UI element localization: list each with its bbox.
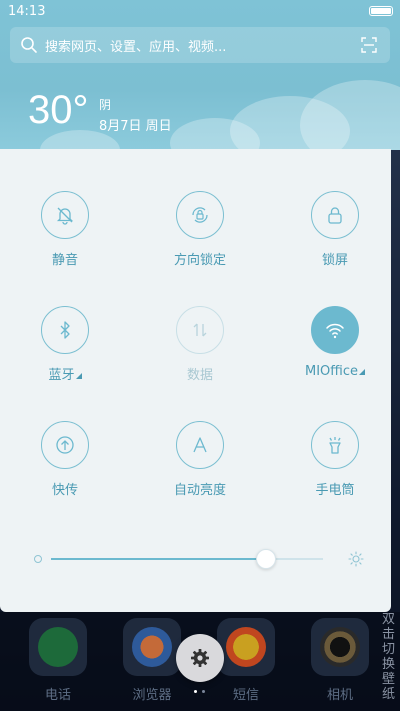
toggle-quick-share[interactable]: 快传	[10, 421, 120, 498]
data-icon	[176, 306, 224, 354]
toggle-flashlight[interactable]: 手电筒	[280, 421, 390, 498]
wifi-icon	[311, 306, 359, 354]
gear-icon	[191, 649, 209, 667]
toggle-silent[interactable]: 静音	[10, 191, 120, 268]
quick-settings-panel: 静音 方向锁定 锁屏 蓝牙 数据 MIOffice 快传 自动亮度 手电筒	[0, 149, 391, 612]
page-indicator	[194, 690, 208, 694]
rotation-lock-icon	[176, 191, 224, 239]
slider-fill	[51, 558, 266, 560]
toggle-label: 数据	[186, 368, 213, 383]
dock-app-label: 短信	[232, 688, 259, 703]
toggle-wifi[interactable]: MIOffice	[280, 306, 390, 379]
status-time: 14:13	[8, 4, 46, 19]
quick-share-icon	[41, 421, 89, 469]
notification-header: 14:13 搜索网页、设置、应用、视频... 30° 阴 8月7日 周日	[0, 0, 400, 150]
settings-button[interactable]	[176, 634, 224, 682]
slider-thumb[interactable]	[255, 549, 276, 569]
weather-condition: 阴	[99, 98, 112, 112]
scan-icon[interactable]	[360, 36, 378, 54]
brightness-high-icon	[348, 551, 364, 567]
bell-off-icon	[41, 191, 89, 239]
lock-icon	[311, 191, 359, 239]
phone-app-icon	[29, 618, 87, 676]
dock-app-label: 相机	[326, 688, 353, 703]
toggle-bluetooth[interactable]: 蓝牙	[10, 306, 120, 383]
toggle-auto-brightness[interactable]: 自动亮度	[145, 421, 255, 498]
toggle-label: 蓝牙	[10, 364, 120, 383]
dock-app-camera[interactable]: 相机	[309, 618, 371, 703]
toggle-rotation-lock[interactable]: 方向锁定	[145, 191, 255, 268]
toggle-mobile-data[interactable]: 数据	[145, 306, 255, 383]
brightness-slider[interactable]	[34, 548, 364, 572]
camera-app-icon	[311, 618, 369, 676]
dock-app-phone[interactable]: 电话	[27, 618, 89, 703]
dock-app-browser[interactable]: 浏览器	[121, 618, 183, 703]
toggle-lock-screen[interactable]: 锁屏	[280, 191, 390, 268]
auto-brightness-icon	[176, 421, 224, 469]
search-placeholder: 搜索网页、设置、应用、视频...	[45, 40, 227, 55]
expand-arrow-icon	[75, 373, 82, 379]
temperature: 30°	[28, 88, 89, 132]
dock-app-label: 浏览器	[132, 688, 172, 703]
toggle-label: 快传	[51, 483, 78, 498]
toggle-label: 自动亮度	[173, 483, 226, 498]
search-icon	[21, 37, 37, 53]
expand-arrow-icon	[359, 369, 365, 375]
browser-app-icon	[123, 618, 181, 676]
toggle-label: 静音	[51, 253, 78, 268]
toggle-label: 手电筒	[315, 483, 355, 498]
weather-date: 8月7日 周日	[99, 119, 172, 134]
dock-app-sms[interactable]: 短信	[215, 618, 277, 703]
brightness-low-icon	[34, 555, 42, 563]
bluetooth-icon	[41, 306, 89, 354]
dock-app-label: 电话	[44, 688, 71, 703]
battery-icon	[369, 6, 393, 16]
toggle-label: MIOffice	[280, 364, 390, 379]
sms-app-icon	[217, 618, 275, 676]
toggle-label: 方向锁定	[173, 253, 226, 268]
search-bar[interactable]: 搜索网页、设置、应用、视频...	[10, 27, 390, 63]
wallpaper-hint[interactable]: 双击切换壁纸	[382, 612, 398, 702]
flashlight-icon	[311, 421, 359, 469]
toggle-label: 锁屏	[321, 253, 348, 268]
